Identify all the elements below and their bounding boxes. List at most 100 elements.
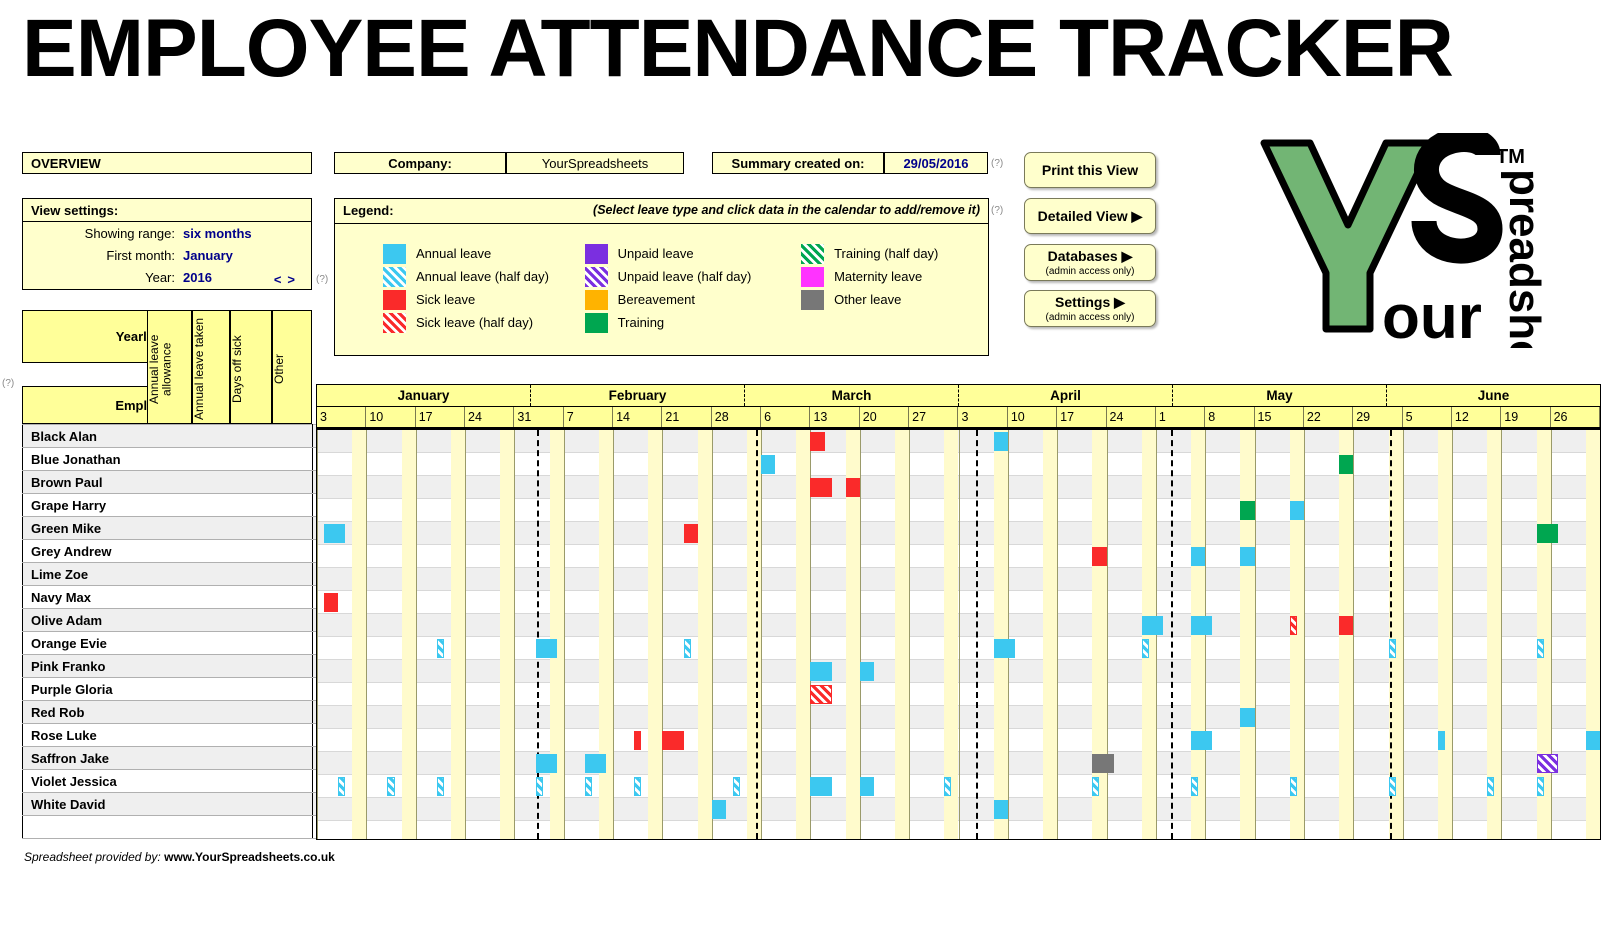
attendance-bar[interactable] xyxy=(1092,547,1107,566)
week-header-12: 27 xyxy=(909,407,959,427)
attendance-bar[interactable] xyxy=(338,777,346,796)
attendance-bar[interactable] xyxy=(993,639,1015,658)
settings-button[interactable]: Settings ▶ (admin access only) xyxy=(1024,290,1156,327)
legend-item-label: Maternity leave xyxy=(834,269,923,284)
attendance-bar[interactable] xyxy=(810,662,832,681)
svg-text:our: our xyxy=(1382,283,1482,348)
attendance-bar[interactable] xyxy=(1191,777,1199,796)
year-value[interactable]: 2016 xyxy=(183,270,212,285)
month-header-february: February xyxy=(531,385,745,406)
attendance-bar[interactable] xyxy=(1191,616,1213,635)
attendance-bar[interactable] xyxy=(1536,777,1544,796)
attendance-bar[interactable] xyxy=(810,478,832,497)
employee-name-cell: Purple Gloria xyxy=(22,677,313,701)
blank-cell xyxy=(22,815,313,839)
legend-note: (Select leave type and click data in the… xyxy=(593,203,980,217)
attendance-bar[interactable] xyxy=(683,524,698,543)
attendance-bar[interactable] xyxy=(1388,777,1396,796)
button-label: Detailed View ▶ xyxy=(1037,207,1143,224)
attendance-bar[interactable] xyxy=(683,639,691,658)
attendance-bar[interactable] xyxy=(859,662,874,681)
year-nav[interactable]: <> xyxy=(274,272,301,287)
stats-hint[interactable]: (?) xyxy=(2,378,14,389)
attendance-bar[interactable] xyxy=(1536,754,1558,773)
attendance-bar[interactable] xyxy=(1536,524,1558,543)
footer-link[interactable]: www.YourSpreadsheets.co.uk xyxy=(164,850,335,864)
attendance-bar[interactable] xyxy=(436,639,444,658)
legend-item-annual-leave-half[interactable]: Annual leave (half day) xyxy=(383,265,585,288)
attendance-bar[interactable] xyxy=(1339,616,1354,635)
legend-hint[interactable]: (?) xyxy=(991,205,1003,216)
attendance-bar[interactable] xyxy=(1289,777,1297,796)
legend-item-annual-leave[interactable]: Annual leave xyxy=(383,242,585,265)
attendance-bar[interactable] xyxy=(1191,547,1206,566)
prev-year-arrow[interactable]: < xyxy=(274,272,288,287)
legend-item-bereavement[interactable]: Bereavement xyxy=(584,288,801,311)
attendance-bar[interactable] xyxy=(711,800,726,819)
attendance-bar[interactable] xyxy=(1240,547,1255,566)
legend-item-unpaid-leave-half[interactable]: Unpaid leave (half day) xyxy=(584,265,801,288)
attendance-bar[interactable] xyxy=(810,777,832,796)
week-header-19: 15 xyxy=(1255,407,1304,427)
attendance-bar[interactable] xyxy=(535,639,557,658)
databases-button[interactable]: Databases ▶ (admin access only) xyxy=(1024,244,1156,281)
attendance-bar[interactable] xyxy=(761,455,776,474)
detailed-view-button[interactable]: Detailed View ▶ xyxy=(1024,198,1156,234)
attendance-bar[interactable] xyxy=(859,777,874,796)
month-header-may: May xyxy=(1173,385,1387,406)
attendance-bar[interactable] xyxy=(810,432,825,451)
attendance-bar[interactable] xyxy=(1339,455,1354,474)
attendance-bar[interactable] xyxy=(1536,639,1544,658)
attendance-bar[interactable] xyxy=(662,731,684,750)
summary-hint[interactable]: (?) xyxy=(991,158,1003,169)
legend-item-training[interactable]: Training xyxy=(584,311,801,334)
showing-range-value[interactable]: six months xyxy=(183,226,252,241)
attendance-bar[interactable] xyxy=(1289,501,1304,520)
legend-column-2: Unpaid leave Unpaid leave (half day) Ber… xyxy=(584,242,801,334)
attendance-bar[interactable] xyxy=(944,777,952,796)
company-value[interactable]: YourSpreadsheets xyxy=(506,152,684,174)
attendance-bar[interactable] xyxy=(845,478,860,497)
first-month-value[interactable]: January xyxy=(183,248,233,263)
legend-item-sick-leave[interactable]: Sick leave xyxy=(383,288,585,311)
attendance-bar[interactable] xyxy=(584,754,607,773)
attendance-bar[interactable] xyxy=(1092,754,1114,773)
attendance-bar[interactable] xyxy=(1585,731,1600,750)
legend-item-other-leave[interactable]: Other leave xyxy=(801,288,988,311)
attendance-bar[interactable] xyxy=(535,777,543,796)
attendance-bar[interactable] xyxy=(387,777,395,796)
attendance-bar[interactable] xyxy=(1141,616,1163,635)
attendance-bar[interactable] xyxy=(993,800,1008,819)
next-year-arrow[interactable]: > xyxy=(287,272,301,287)
annual-leave-half-swatch-icon xyxy=(383,266,406,287)
week-header-15: 17 xyxy=(1057,407,1107,427)
attendance-bar[interactable] xyxy=(634,777,642,796)
attendance-bar[interactable] xyxy=(1092,777,1100,796)
legend-item-training-half[interactable]: Training (half day) xyxy=(801,242,988,265)
calendar-grid[interactable] xyxy=(316,428,1601,840)
attendance-bar[interactable] xyxy=(1388,639,1396,658)
attendance-bar[interactable] xyxy=(993,432,1008,451)
attendance-bar[interactable] xyxy=(634,731,642,750)
attendance-bar[interactable] xyxy=(1240,708,1255,727)
legend-item-maternity-leave[interactable]: Maternity leave xyxy=(801,265,988,288)
legend-item-sick-leave-half[interactable]: Sick leave (half day) xyxy=(383,311,585,334)
view-settings-hint[interactable]: (?) xyxy=(316,274,328,285)
attendance-bar[interactable] xyxy=(732,777,740,796)
attendance-bar[interactable] xyxy=(324,524,346,543)
print-this-view-button[interactable]: Print this View xyxy=(1024,152,1156,188)
attendance-bar[interactable] xyxy=(1141,639,1149,658)
attendance-bar[interactable] xyxy=(324,593,339,612)
attendance-bar[interactable] xyxy=(535,754,557,773)
attendance-bar[interactable] xyxy=(584,777,592,796)
attendance-bar[interactable] xyxy=(1191,731,1213,750)
attendance-bar[interactable] xyxy=(1437,731,1445,750)
week-header-20: 22 xyxy=(1304,407,1354,427)
attendance-tracker-page: EMPLOYEE ATTENDANCE TRACKER OVERVIEW Vie… xyxy=(0,0,1623,945)
attendance-bar[interactable] xyxy=(810,685,832,704)
legend-item-unpaid-leave[interactable]: Unpaid leave xyxy=(584,242,801,265)
attendance-bar[interactable] xyxy=(1487,777,1495,796)
attendance-bar[interactable] xyxy=(1289,616,1297,635)
attendance-bar[interactable] xyxy=(1240,501,1255,520)
attendance-bar[interactable] xyxy=(436,777,444,796)
